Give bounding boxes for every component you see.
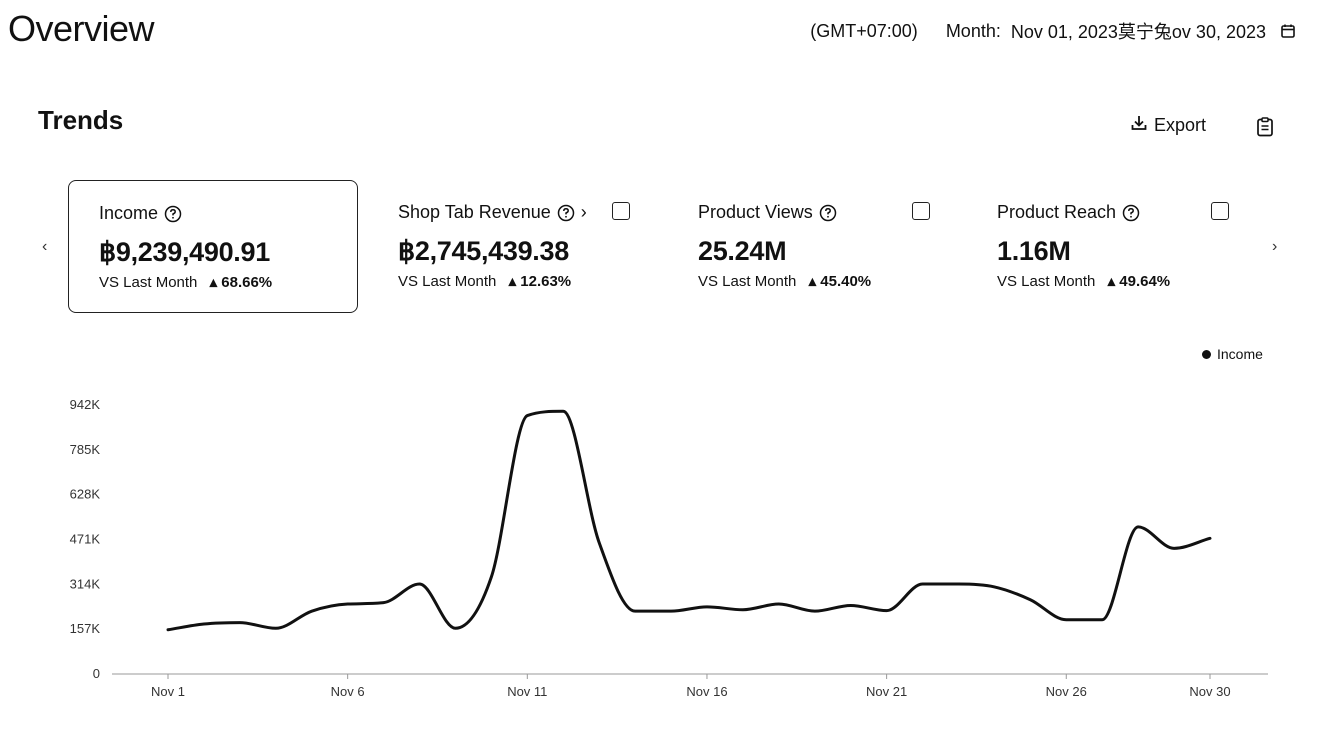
help-circle-icon[interactable]	[557, 204, 575, 222]
compare-label: VS Last Month	[99, 274, 198, 291]
metric-label: Income	[99, 203, 159, 223]
up-arrow-icon: ▴	[1107, 273, 1116, 290]
trends-title: Trends	[38, 105, 124, 135]
x-tick-label: Nov 1	[151, 684, 185, 699]
compare-label: VS Last Month	[698, 273, 797, 290]
change-percent: 49.64%	[1119, 273, 1171, 290]
metric-value: 1.16M	[997, 236, 1071, 266]
metric-checkbox[interactable]	[612, 202, 630, 220]
legend-label: Income	[1217, 346, 1263, 362]
metric-compare: VS Last Month ▴ 68.66%	[99, 273, 272, 291]
x-tick-label: Nov 21	[866, 684, 907, 699]
help-circle-icon[interactable]	[164, 205, 182, 223]
income-line-chart: 0 157K 314K 471K 628K 785K 942K Nov 1 Nov 6 Nov 1…	[70, 397, 1268, 699]
change-percent: 68.66%	[221, 274, 273, 291]
export-label: Export	[1154, 115, 1207, 135]
metric-card-income[interactable]: Income ฿9,239,490.91 VS Last Month ▴ 68.…	[68, 180, 358, 313]
chevron-right-icon[interactable]: ›	[581, 202, 587, 223]
metric-value: 25.24M	[698, 236, 787, 266]
metric-card-shop-tab-revenue[interactable]: Shop Tab Revenue › ฿2,745,439.38 VS Last…	[368, 180, 658, 313]
metric-compare: VS Last Month ▴ 12.63%	[398, 272, 571, 290]
date-filter-bar: (GMT+07:00) Month: Nov 01, 2023莫宁兔ov 30,…	[810, 18, 1296, 44]
x-tick-label: Nov 16	[686, 684, 727, 699]
legend-marker	[1202, 349, 1211, 359]
up-arrow-icon: ▴	[808, 273, 817, 290]
metric-card-product-reach[interactable]: Product Reach 1.16M VS Last Month ▴ 49.6…	[967, 180, 1257, 313]
chart-legend[interactable]: Income	[1202, 346, 1263, 362]
x-tick-label: Nov 26	[1046, 684, 1087, 699]
download-icon	[1130, 114, 1148, 137]
x-tick-label: Nov 11	[507, 684, 547, 699]
metric-label: Shop Tab Revenue	[398, 202, 551, 222]
change-percent: 45.40%	[820, 273, 872, 290]
metric-value: ฿2,745,439.38	[398, 236, 569, 266]
page-title: Overview	[8, 8, 155, 49]
change-percent: 12.63%	[520, 273, 572, 290]
help-circle-icon[interactable]	[1122, 204, 1140, 222]
metric-checkbox[interactable]	[912, 202, 930, 220]
metric-card-product-views[interactable]: Product Views 25.24M VS Last Month ▴ 45.…	[668, 180, 958, 313]
metric-value: ฿9,239,490.91	[99, 237, 270, 267]
compare-label: VS Last Month	[398, 273, 497, 290]
y-tick-label: 785K	[70, 442, 101, 457]
compare-label: VS Last Month	[997, 273, 1096, 290]
y-tick-label: 157K	[70, 621, 101, 636]
timezone-label: (GMT+07:00)	[810, 20, 918, 41]
x-tick-label: Nov 6	[331, 684, 365, 699]
export-button[interactable]: Export	[1130, 114, 1206, 137]
metric-compare: VS Last Month ▴ 45.40%	[698, 272, 871, 290]
up-arrow-icon: ▴	[508, 273, 517, 290]
calendar-icon[interactable]	[1280, 23, 1296, 39]
y-tick-label: 471K	[70, 532, 101, 547]
clipboard-icon[interactable]	[1254, 116, 1276, 138]
y-tick-label: 628K	[70, 487, 101, 502]
y-tick-label: 314K	[70, 576, 101, 591]
y-tick-label: 0	[93, 666, 100, 681]
x-tick-label: Nov 30	[1189, 684, 1230, 699]
metric-checkbox[interactable]	[1211, 202, 1229, 220]
month-label: Month:	[945, 20, 1001, 41]
income-series-line	[166, 409, 1212, 632]
y-tick-label: 942K	[70, 397, 101, 412]
help-circle-icon[interactable]	[819, 204, 837, 222]
metric-label: Product Views	[698, 202, 813, 222]
metric-compare: VS Last Month ▴ 49.64%	[997, 272, 1170, 290]
chevron-left-icon[interactable]: ‹	[42, 238, 47, 256]
up-arrow-icon: ▴	[209, 274, 218, 291]
date-range-picker[interactable]: Nov 01, 2023莫宁兔ov 30, 2023	[1011, 18, 1266, 44]
chevron-right-icon[interactable]: ›	[1272, 238, 1277, 256]
metric-label: Product Reach	[997, 202, 1117, 222]
